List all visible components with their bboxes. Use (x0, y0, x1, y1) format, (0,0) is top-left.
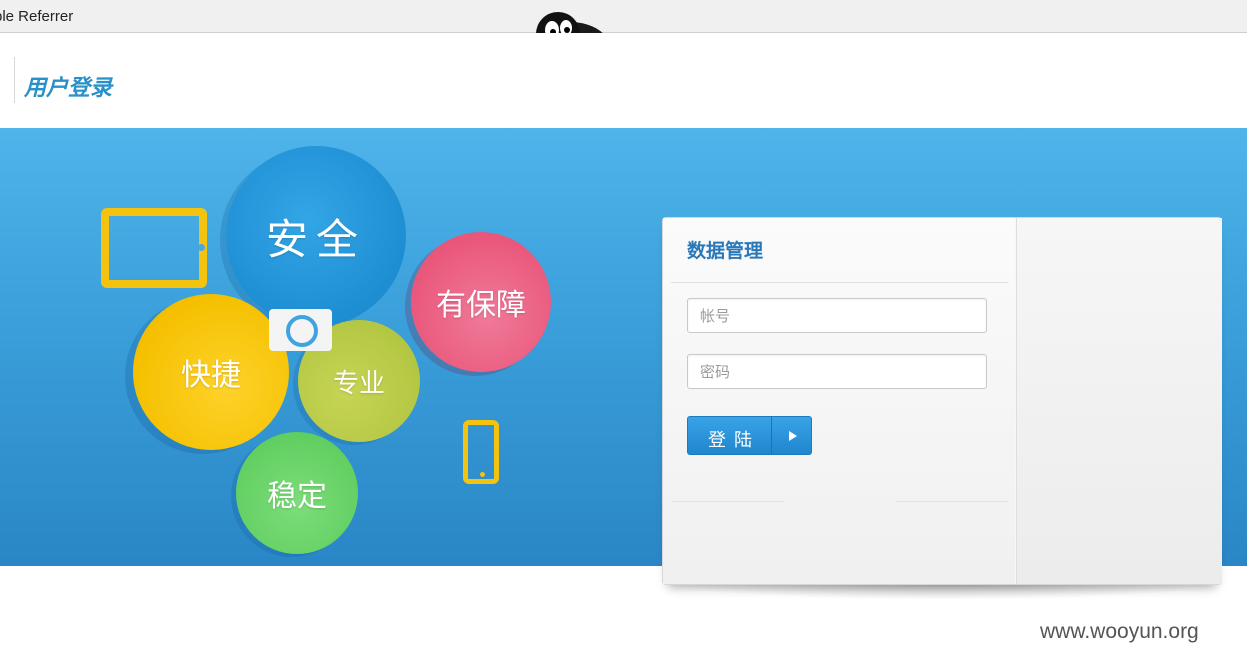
tablet-icon (101, 208, 207, 288)
camera-icon (269, 309, 332, 351)
login-card: 数据管理 登陆 (662, 217, 1222, 585)
play-arrow-icon (789, 431, 797, 441)
footer-divider-left (671, 501, 785, 502)
page-title: 用户登录 (24, 76, 113, 101)
bubble-professional-label: 专业 (332, 368, 385, 399)
title-divider (671, 282, 1008, 283)
watermark: www.wooyun.org (1040, 620, 1199, 643)
password-input[interactable] (687, 354, 987, 389)
bubble-stable: 稳定 (236, 432, 358, 554)
phone-icon (463, 420, 499, 484)
bubble-stable-label: 稳定 (267, 479, 327, 514)
browser-toolbar: ble Referrer (0, 0, 1247, 33)
login-side-panel (1016, 218, 1222, 584)
toolbar-text: ble Referrer (0, 8, 74, 25)
button-divider (771, 417, 772, 454)
header-divider (14, 57, 15, 103)
bubble-fast-label: 快捷 (181, 358, 241, 393)
bubble-fast: 快捷 (133, 294, 289, 450)
username-input[interactable] (687, 298, 987, 333)
page-header: 用户登录 (0, 33, 1247, 128)
footer-divider-right (895, 501, 1008, 502)
bubble-guarantee-label: 有保障 (436, 288, 526, 323)
login-button-label: 登陆 (708, 430, 760, 451)
bubble-safe-label: 安全 (265, 214, 366, 264)
login-form-panel: 数据管理 登陆 (663, 218, 1015, 584)
bubble-guarantee: 有保障 (411, 232, 551, 372)
login-title: 数据管理 (687, 240, 764, 262)
bubble-safe: 安全 (226, 146, 406, 326)
login-button[interactable]: 登陆 (687, 416, 812, 455)
card-shadow (674, 584, 1212, 600)
